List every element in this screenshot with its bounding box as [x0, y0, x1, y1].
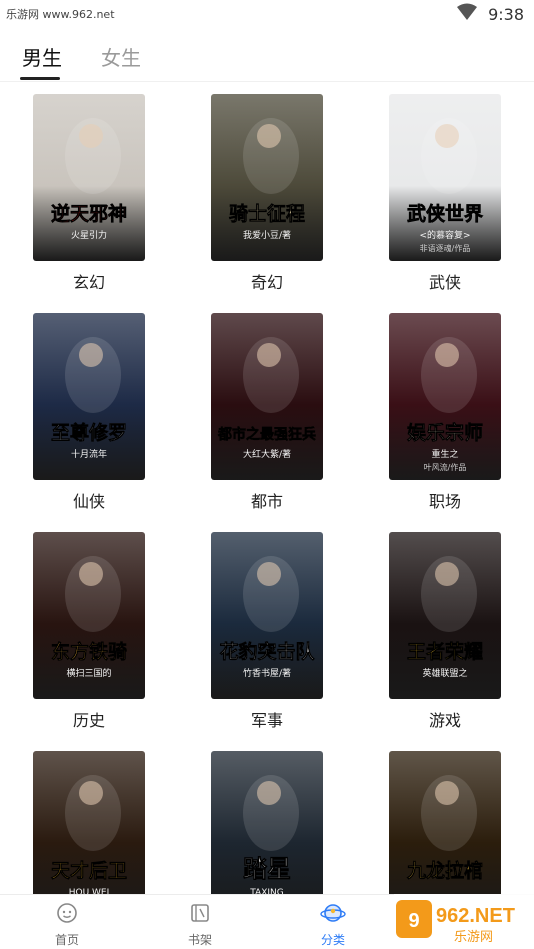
- category-label: 都市: [250, 492, 283, 511]
- cover-subtitle: 火星引力: [71, 229, 107, 241]
- book-cover-image: 骑士征程我爱小豆/著: [211, 94, 323, 261]
- active-tab-indicator: [20, 77, 60, 80]
- category-planet-icon: [320, 904, 346, 929]
- book-cover-image: 至尊修罗 十月流年: [33, 313, 145, 480]
- book-cover-image: 娱乐宗师重生之叶风流/作品: [389, 313, 501, 480]
- category-card[interactable]: 都市之最强狂兵大红大紫/著都市: [211, 313, 323, 512]
- cover-title: 九龙拉棺: [406, 859, 483, 882]
- cover-title: 东方铁骑: [51, 640, 127, 663]
- cover-title: 踏星: [243, 855, 291, 883]
- category-label: 玄幻: [72, 273, 105, 292]
- cover-subtitle: 我爱小豆/著: [243, 229, 291, 241]
- watermark-sub: 乐游网: [454, 930, 493, 945]
- category-card[interactable]: 天才后卫 HOU WEI: [33, 751, 145, 894]
- book-cover-image: 逆天邪神 火星引力: [33, 94, 145, 261]
- svg-text:9: 9: [408, 910, 419, 932]
- category-label: 游戏: [428, 711, 461, 730]
- book-cover-image: 九龙拉棺: [389, 751, 501, 894]
- cover-title: 骑士征程: [229, 202, 305, 225]
- book-cover-image: 花豹突击队竹香书屋/著: [211, 532, 323, 699]
- cover-subtitle: <的慕容复>: [419, 229, 470, 241]
- category-label: 历史: [72, 711, 105, 730]
- category-label: 武侠: [428, 273, 461, 292]
- cover-subtitle: 竹香书屋/著: [243, 667, 291, 679]
- cover-caption: 非语逐魂/作品: [420, 243, 471, 253]
- category-card[interactable]: 骑士征程我爱小豆/著奇幻: [211, 94, 323, 293]
- cover-title: 至尊修罗: [51, 421, 127, 444]
- bottom-navigation: 首页 书架 分类 9 962.NET 乐游网: [0, 894, 534, 949]
- nav-category-label: 分类: [320, 933, 345, 947]
- cover-subtitle: 大红大紫/著: [243, 448, 291, 460]
- home-face-icon: [55, 903, 79, 929]
- cover-title: 王者荣耀: [407, 640, 483, 663]
- nav-category[interactable]: 分类: [303, 901, 363, 948]
- category-card[interactable]: 九龙拉棺: [389, 751, 501, 894]
- cover-subtitle: 英雄联盟之: [422, 667, 467, 679]
- category-card[interactable]: 逆天邪神火星引力玄幻: [33, 94, 145, 293]
- category-label: 职场: [428, 492, 461, 511]
- cover-title: 逆天邪神: [51, 202, 127, 225]
- category-label: 军事: [250, 711, 283, 730]
- cover-title: 天才后卫: [51, 859, 127, 882]
- category-card[interactable]: 花豹突击队竹香书屋/著军事: [211, 532, 323, 731]
- book-cover-image: 王者荣耀 英雄联盟之: [389, 532, 501, 699]
- book-cover-image: 都市之最强狂兵大红大紫/著: [211, 313, 323, 480]
- category-card[interactable]: 武侠世界 <的慕容复> 非语逐魂/作品武侠: [389, 94, 501, 293]
- category-card[interactable]: 娱乐宗师重生之叶风流/作品职场: [389, 313, 501, 512]
- watermark-text: 962.NET: [436, 905, 515, 927]
- tab-female[interactable]: 女生: [101, 42, 141, 71]
- category-card[interactable]: 王者荣耀英雄联盟之游戏: [389, 532, 501, 731]
- wifi-icon: [456, 3, 478, 25]
- status-right: 9:38: [456, 3, 524, 25]
- cover-title: 娱乐宗师: [407, 421, 483, 444]
- book-cover-image: 武侠世界 <的慕容复> 非语逐魂/作品: [389, 94, 501, 261]
- category-card[interactable]: 踏星 TAXING: [211, 751, 323, 894]
- book-cover-image: 天才后卫 HOU WEI: [33, 751, 145, 894]
- cover-subtitle: 重生之: [431, 448, 458, 460]
- status-bar: 乐游网 www.962.net 9:38: [0, 0, 534, 30]
- bookshelf-icon: [188, 904, 212, 929]
- book-cover-image: 东方铁骑 横扫三国的: [33, 532, 145, 699]
- cover-title: 都市之最强狂兵: [217, 426, 316, 443]
- tab-male[interactable]: 男生: [22, 42, 62, 71]
- category-label: 奇幻: [250, 273, 283, 292]
- book-cover-image: 踏星 TAXING: [211, 751, 323, 894]
- site-watermark: 9 962.NET 乐游网: [394, 894, 534, 949]
- nav-bookshelf[interactable]: 书架: [170, 901, 230, 948]
- nav-bookshelf-label: 书架: [187, 933, 212, 947]
- category-label: 仙侠: [72, 492, 105, 511]
- nav-home[interactable]: 首页: [37, 901, 97, 948]
- cover-title: 花豹突击队: [219, 640, 315, 663]
- gender-tabs: 男生 女生: [0, 30, 534, 82]
- cover-title: 武侠世界: [407, 202, 483, 225]
- cover-subtitle: 十月流年: [71, 448, 107, 460]
- category-grid: 逆天邪神 火星引力 玄幻 骑士征程 我爱小豆/著 奇幻 武侠世界 <的慕容复> 非语逐魂/作品武…: [0, 82, 534, 894]
- status-time: 9:38: [488, 4, 524, 24]
- category-card[interactable]: 至尊修罗十月流年仙侠: [33, 313, 145, 512]
- cover-caption: 叶风流/作品: [424, 462, 467, 472]
- status-site-text: 乐游网 www.962.net: [6, 8, 115, 21]
- cover-subtitle: 横扫三国的: [66, 667, 111, 679]
- nav-home-label: 首页: [54, 933, 79, 947]
- category-card[interactable]: 东方铁骑横扫三国的历史: [33, 532, 145, 731]
